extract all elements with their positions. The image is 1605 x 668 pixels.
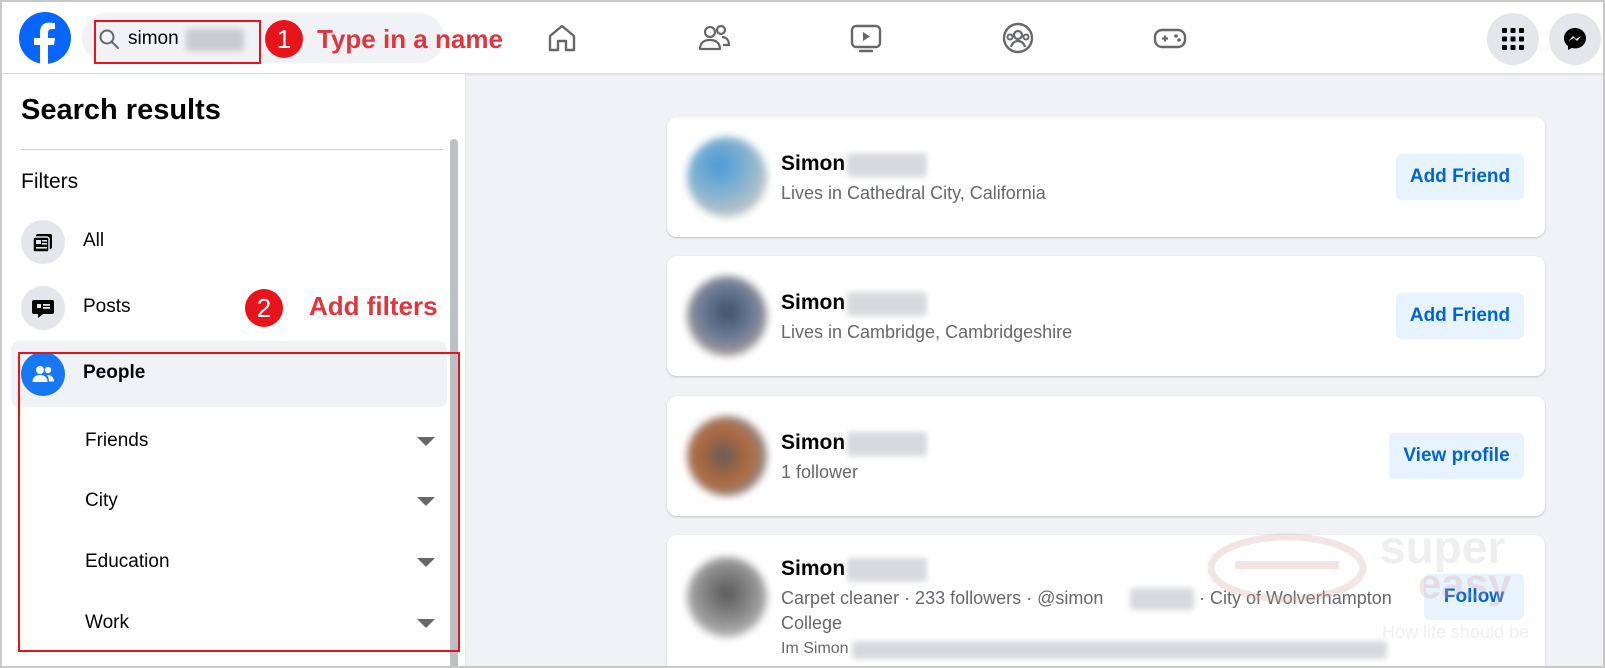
result-card[interactable]: Simon Carpet cleaner · 233 followers · @… [667, 535, 1545, 666]
friends-icon[interactable] [696, 20, 732, 56]
messenger-button[interactable] [1549, 13, 1601, 65]
redacted-snippet [852, 641, 1387, 659]
redacted-surname [847, 153, 927, 177]
view-profile-button[interactable]: View profile [1389, 433, 1524, 479]
follow-button[interactable]: Follow [1424, 574, 1524, 620]
menu-grid-button[interactable] [1487, 13, 1539, 65]
people-filters-highlight-box [18, 352, 460, 652]
posts-icon [32, 300, 54, 318]
step-one-annotation: Type in a name [317, 24, 503, 54]
result-card[interactable]: Simon 1 follower View profile [667, 396, 1545, 516]
result-name[interactable]: Simon [781, 557, 845, 581]
filter-label: Posts [83, 296, 131, 317]
screenshot-frame: simon 1 Type in a name Search results Fi… [0, 0, 1605, 668]
result-meta: 1 follower [781, 462, 859, 482]
result-card[interactable]: Simon Lives in Cathedral City, Californi… [667, 117, 1545, 237]
filter-icon-wrap [21, 220, 65, 264]
result-name[interactable]: Simon [781, 431, 845, 455]
messenger-icon [1564, 28, 1586, 50]
result-meta: Lives in Cathedral City, California [781, 183, 1046, 203]
redacted-surname [847, 558, 927, 582]
add-friend-button[interactable]: Add Friend [1396, 154, 1524, 200]
result-name[interactable]: Simon [781, 152, 845, 176]
redacted-handle [1130, 588, 1194, 610]
result-snippet: Im Simon [781, 640, 849, 657]
filters-heading: Filters [21, 170, 79, 193]
redacted-surname [847, 432, 927, 456]
avatar[interactable] [687, 416, 767, 496]
result-meta-location: · City of Wolverhampton [1199, 588, 1392, 608]
menu-grid-icon [1502, 28, 1524, 50]
panel-divider [20, 149, 444, 150]
groups-icon[interactable] [1000, 20, 1036, 56]
result-meta: Carpet cleaner · 233 followers · @simon [781, 588, 1104, 608]
avatar[interactable] [687, 557, 767, 637]
avatar[interactable] [687, 276, 767, 356]
step-two-badge: 2 [245, 289, 283, 327]
avatar[interactable] [687, 137, 767, 217]
gaming-icon[interactable] [1152, 20, 1188, 56]
home-icon[interactable] [544, 20, 580, 56]
step-one-badge: 1 [265, 20, 303, 58]
add-friend-button[interactable]: Add Friend [1396, 293, 1524, 339]
search-highlight-box [94, 20, 261, 64]
feed-icon [32, 234, 52, 253]
result-meta-line2: College [781, 613, 843, 633]
result-card[interactable]: Simon Lives in Cambridge, Cambridgeshire… [667, 256, 1545, 376]
top-navigation-bar: simon 1 Type in a name [2, 2, 1603, 74]
redacted-surname [847, 292, 927, 316]
filter-label: All [83, 230, 105, 251]
step-two-annotation: Add filters [309, 291, 438, 321]
result-name[interactable]: Simon [781, 291, 845, 315]
facebook-logo-icon[interactable] [19, 12, 71, 64]
filter-item-all[interactable]: All [11, 209, 447, 275]
result-meta: Lives in Cambridge, Cambridgeshire [781, 322, 1073, 342]
filter-icon-wrap [21, 286, 65, 330]
watch-icon[interactable] [848, 20, 884, 56]
page-title: Search results [21, 94, 221, 126]
